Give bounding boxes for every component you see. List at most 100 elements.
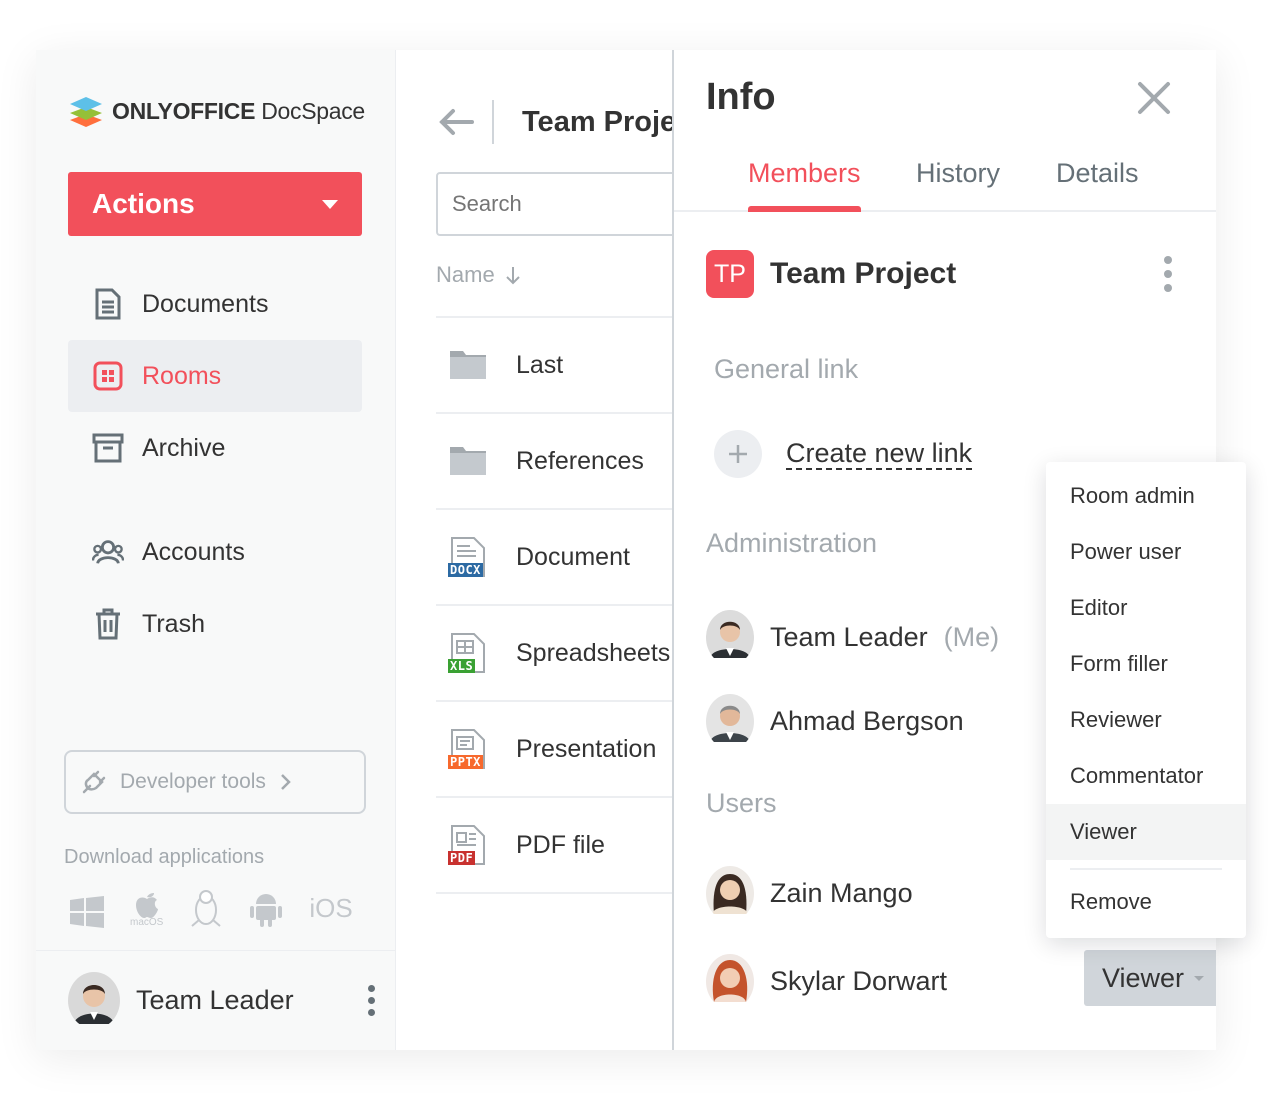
menu-item-viewer[interactable]: Viewer (1046, 804, 1246, 860)
apple-icon[interactable]: macOS (130, 889, 163, 928)
plus-icon (714, 430, 762, 478)
member-row[interactable]: Zain Mango (706, 866, 913, 921)
file-name: Presentation (516, 734, 657, 763)
plug-icon (82, 770, 106, 794)
room-menu-icon[interactable] (1164, 256, 1172, 292)
info-panel-title: Info (706, 76, 776, 118)
app-window: ONLYOFFICE DocSpace Actions Documents Ro… (36, 50, 1216, 1050)
room-name: Team Project (770, 257, 957, 290)
room-logo-badge: TP (706, 250, 754, 298)
tab-members[interactable]: Members (748, 158, 861, 212)
actions-button[interactable]: Actions (68, 172, 362, 236)
avatar (706, 954, 754, 1009)
header-divider (492, 100, 494, 144)
rooms-icon (92, 360, 124, 392)
member-row[interactable]: Skylar Dorwart (706, 954, 947, 1009)
file-type-badge: DOCX (448, 563, 483, 577)
avatar (706, 694, 754, 749)
file-name: PDF file (516, 830, 605, 859)
member-row[interactable]: Ahmad Bergson (706, 694, 964, 749)
profile-name: Team Leader (136, 985, 294, 1015)
chevron-down-icon (322, 199, 338, 209)
list-item[interactable]: XLS Spreadsheets (436, 604, 672, 700)
info-tabs: Members History Details (674, 158, 1216, 212)
windows-icon[interactable] (70, 896, 104, 928)
profile-menu-icon[interactable] (348, 985, 395, 1016)
users-title: Users (706, 788, 777, 818)
list-item[interactable]: PDF PDF file (436, 796, 672, 892)
file-name: References (516, 446, 644, 475)
sidebar-item-label: Accounts (142, 537, 245, 566)
menu-item-remove[interactable]: Remove (1046, 874, 1246, 930)
document-icon (92, 288, 124, 320)
sort-label: Name (436, 262, 495, 287)
list-end-divider (436, 892, 672, 894)
onlyoffice-logo-icon (70, 97, 102, 127)
menu-item-commentator[interactable]: Commentator (1046, 748, 1246, 804)
xls-file-icon: XLS (448, 633, 488, 673)
list-item[interactable]: Last (436, 316, 672, 412)
page-title: Team Project (522, 105, 672, 138)
list-item[interactable]: DOCX Document (436, 508, 672, 604)
menu-item-form-filler[interactable]: Form filler (1046, 636, 1246, 692)
pptx-file-icon: PPTX (448, 729, 488, 769)
accounts-icon (92, 536, 124, 568)
ios-app-link[interactable]: iOS (309, 888, 352, 928)
administration-title: Administration (706, 528, 878, 558)
menu-item-room-admin[interactable]: Room admin (1046, 468, 1246, 524)
trash-icon (92, 608, 124, 640)
menu-divider (1070, 868, 1222, 870)
list-item[interactable]: PPTX Presentation (436, 700, 672, 796)
search-input[interactable] (436, 172, 672, 236)
file-name: Spreadsheets (516, 638, 671, 667)
close-icon[interactable] (1134, 78, 1174, 118)
folder-icon (448, 345, 488, 385)
sidebar-item-archive[interactable]: Archive (68, 412, 362, 484)
app-logo[interactable]: ONLYOFFICE DocSpace (68, 94, 365, 128)
menu-item-reviewer[interactable]: Reviewer (1046, 692, 1246, 748)
download-applications-title: Download applications (64, 846, 265, 868)
file-type-badge: PPTX (448, 755, 483, 769)
member-row[interactable]: Team Leader (Me) (706, 610, 999, 665)
chevron-down-icon (1194, 975, 1205, 981)
sidebar-item-documents[interactable]: Documents (68, 268, 362, 340)
user-profile[interactable]: Team Leader (36, 950, 395, 1050)
arrow-down-icon (505, 267, 520, 285)
room-header: TP Team Project (706, 250, 956, 298)
sidebar-item-accounts[interactable]: Accounts (68, 516, 362, 588)
app-logo-text: ONLYOFFICE DocSpace (112, 97, 365, 124)
role-dropdown-menu: Room admin Power user Editor Form filler… (1046, 462, 1246, 938)
tab-history[interactable]: History (916, 158, 1000, 210)
menu-item-power-user[interactable]: Power user (1046, 524, 1246, 580)
file-name: Document (516, 542, 630, 571)
linux-icon[interactable] (189, 888, 223, 928)
menu-item-editor[interactable]: Editor (1046, 580, 1246, 636)
sort-by-name[interactable]: Name (436, 262, 521, 288)
create-new-link-button[interactable]: Create new link (714, 430, 973, 478)
member-name: Ahmad Bergson (770, 706, 964, 736)
create-new-link-label: Create new link (786, 438, 973, 470)
sidebar-item-rooms[interactable]: Rooms (68, 340, 362, 412)
android-icon[interactable] (249, 890, 283, 928)
developer-tools-button[interactable]: Developer tools (64, 750, 366, 814)
back-arrow-icon[interactable] (432, 98, 480, 146)
macos-label: macOS (130, 917, 164, 928)
sidebar-item-trash[interactable]: Trash (68, 588, 362, 660)
list-item[interactable]: References (436, 412, 672, 508)
file-name: Last (516, 350, 564, 379)
file-list-header: Team Project (396, 98, 672, 146)
sidebar-item-label: Documents (142, 289, 269, 318)
sidebar-item-label: Trash (142, 609, 205, 638)
file-type-badge: PDF (448, 851, 476, 865)
folder-icon (448, 441, 488, 481)
developer-tools-label: Developer tools (120, 770, 266, 793)
sidebar-item-label: Rooms (142, 361, 222, 390)
tab-details[interactable]: Details (1056, 158, 1139, 210)
sidebar-item-label: Archive (142, 433, 226, 462)
member-me-tag: (Me) (943, 622, 1000, 652)
member-name: Team Leader (770, 622, 928, 652)
pdf-file-icon: PDF (448, 825, 488, 865)
role-selector-button[interactable]: Viewer (1084, 950, 1216, 1006)
general-link-title: General link (714, 354, 859, 384)
member-name: Zain Mango (770, 878, 913, 908)
